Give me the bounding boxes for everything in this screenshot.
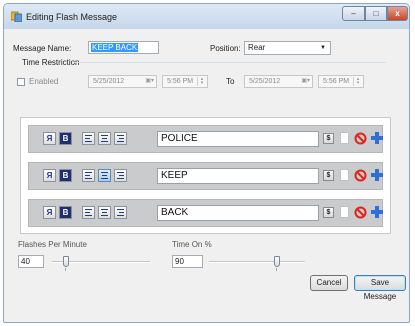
align-left-button[interactable] xyxy=(82,169,95,182)
chevron-down-icon: ▼ xyxy=(320,45,326,51)
add-icon[interactable] xyxy=(370,131,384,145)
to-date-picker[interactable]: 5/25/2012 ▣▾ xyxy=(244,75,313,88)
reverse-button[interactable]: Я xyxy=(43,169,56,182)
save-message-button[interactable]: Save Message xyxy=(354,275,406,301)
delete-icon[interactable] xyxy=(354,169,367,182)
cancel-button[interactable]: Cancel xyxy=(310,275,348,291)
to-time-value: 5:56 PM xyxy=(323,78,350,85)
align-center-button[interactable] xyxy=(98,169,111,182)
page-icon[interactable] xyxy=(340,132,349,144)
align-right-button[interactable] xyxy=(114,132,127,145)
flashes-per-minute-input[interactable]: 40 xyxy=(18,255,44,268)
dollar-button[interactable]: $ xyxy=(323,133,334,144)
time-restriction-label: Time Restriction xyxy=(22,58,80,67)
message-row: Я B KEEP $ xyxy=(28,162,383,190)
minimize-button[interactable]: – xyxy=(342,6,365,21)
message-name-input[interactable]: KEEP BACK xyxy=(88,41,159,54)
align-right-button[interactable] xyxy=(114,206,127,219)
calendar-dropdown-icon: ▣▾ xyxy=(301,78,310,84)
message-rows-panel: Я B POLICE $ Я B KEEP $ Я B BACK $ xyxy=(20,117,391,234)
time-on-slider-thumb[interactable] xyxy=(274,256,280,267)
group-divider xyxy=(74,62,386,63)
time-on-slider-track[interactable] xyxy=(209,261,305,263)
bold-button[interactable]: B xyxy=(59,206,72,219)
spinner-icon[interactable]: ▴ ▾ xyxy=(197,77,206,86)
from-time-value: 5:56 PM xyxy=(167,78,194,85)
title-bar[interactable]: Editing Flash Message – □ x xyxy=(4,4,409,29)
align-center-button[interactable] xyxy=(98,132,111,145)
message-row: Я B BACK $ xyxy=(28,199,383,227)
reverse-button[interactable]: Я xyxy=(43,206,56,219)
bold-button[interactable]: B xyxy=(59,132,72,145)
align-left-button[interactable] xyxy=(82,206,95,219)
close-button[interactable]: x xyxy=(387,6,408,21)
page-icon[interactable] xyxy=(340,169,349,181)
flashes-per-minute-label: Flashes Per Minute xyxy=(18,240,87,249)
time-on-input[interactable]: 90 xyxy=(172,255,203,268)
dollar-button[interactable]: $ xyxy=(323,170,334,181)
spinner-icon[interactable]: ▴ ▾ xyxy=(353,77,362,86)
window-title: Editing Flash Message xyxy=(26,12,118,22)
row-text-input[interactable]: KEEP xyxy=(157,168,319,184)
from-time-picker[interactable]: 5:56 PM ▴ ▾ xyxy=(162,75,208,88)
calendar-dropdown-icon: ▣▾ xyxy=(145,78,154,84)
slider-tick xyxy=(276,268,277,271)
reverse-button[interactable]: Я xyxy=(43,132,56,145)
align-center-button[interactable] xyxy=(98,206,111,219)
dollar-button[interactable]: $ xyxy=(323,207,334,218)
add-icon[interactable] xyxy=(370,168,384,182)
slider-tick xyxy=(65,268,66,271)
time-on-label: Time On % xyxy=(172,240,212,249)
delete-icon[interactable] xyxy=(354,206,367,219)
position-label: Position: xyxy=(210,44,241,53)
page-icon[interactable] xyxy=(340,206,349,218)
align-right-button[interactable] xyxy=(114,169,127,182)
maximize-button[interactable]: □ xyxy=(365,6,387,21)
align-left-button[interactable] xyxy=(82,132,95,145)
enabled-checkbox[interactable] xyxy=(17,78,25,86)
to-time-picker[interactable]: 5:56 PM ▴ ▾ xyxy=(318,75,364,88)
message-name-label: Message Name: xyxy=(13,44,72,53)
row-text-input[interactable]: POLICE xyxy=(157,131,319,147)
to-label: To xyxy=(226,77,235,86)
app-icon xyxy=(11,11,22,22)
message-name-value: KEEP BACK xyxy=(91,43,139,52)
bold-button[interactable]: B xyxy=(59,169,72,182)
position-dropdown[interactable]: Rear ▼ xyxy=(244,41,331,55)
message-row: Я B POLICE $ xyxy=(28,125,383,153)
flashes-slider-thumb[interactable] xyxy=(63,256,69,267)
enabled-label: Enabled xyxy=(29,77,59,86)
add-icon[interactable] xyxy=(370,205,384,219)
position-selected: Rear xyxy=(248,43,266,52)
row-text-input[interactable]: BACK xyxy=(157,205,319,221)
to-date-value: 5/25/2012 xyxy=(249,78,281,85)
from-date-picker[interactable]: 5/25/2012 ▣▾ xyxy=(88,75,157,88)
from-date-value: 5/25/2012 xyxy=(93,78,125,85)
delete-icon[interactable] xyxy=(354,132,367,145)
flash-message-window: Editing Flash Message – □ x Message Name… xyxy=(3,3,410,323)
